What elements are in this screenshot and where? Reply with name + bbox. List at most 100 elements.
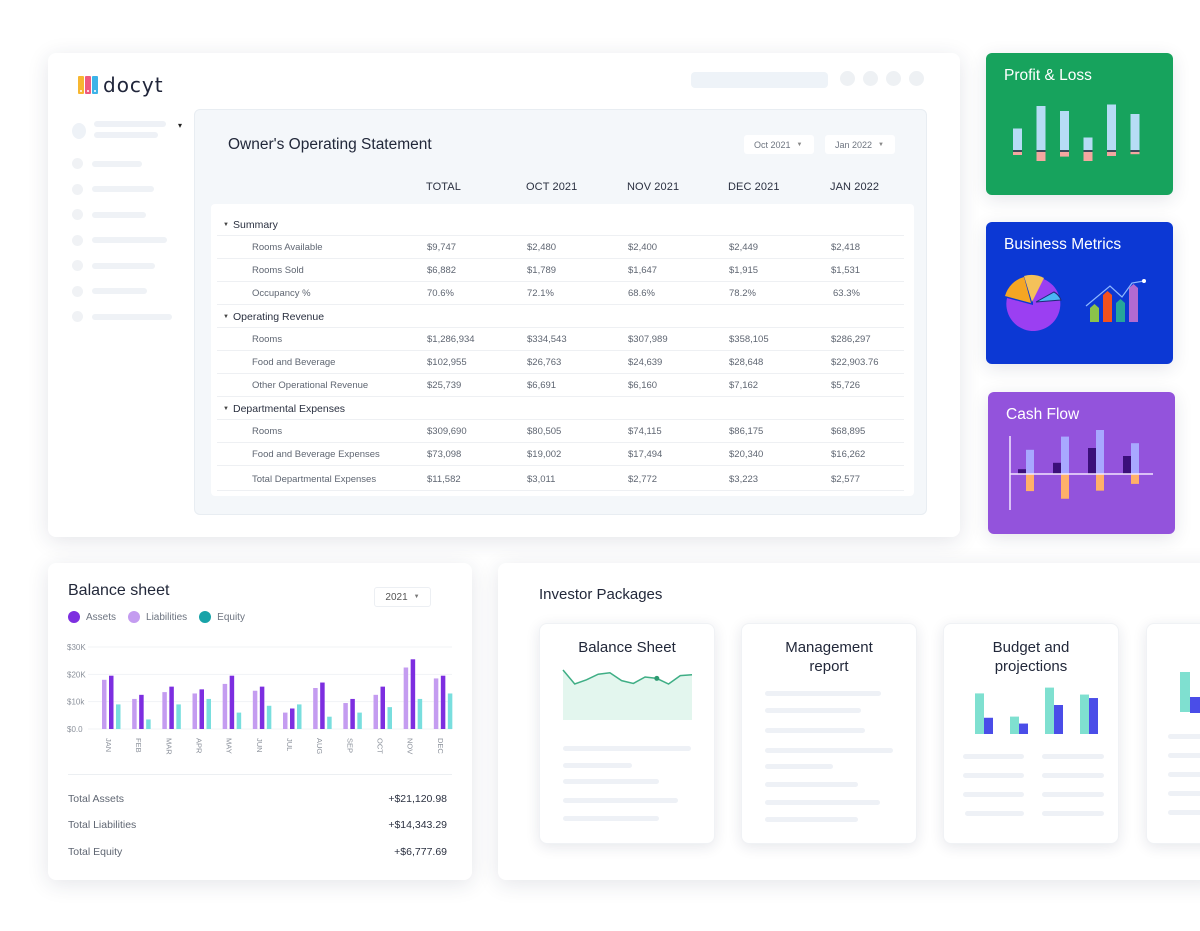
bar-assets[interactable] bbox=[229, 675, 235, 729]
line-series bbox=[562, 669, 693, 685]
table-row[interactable]: Food and Beverage $102,955 $26,763 $24,639 $… bbox=[217, 352, 904, 374]
header-icon[interactable] bbox=[909, 71, 924, 86]
search-bar-placeholder[interactable] bbox=[691, 72, 828, 88]
bar-assets[interactable] bbox=[350, 698, 355, 729]
placeholder-line bbox=[765, 817, 858, 822]
bar-liabilities[interactable] bbox=[313, 688, 318, 729]
sidebar-item[interactable] bbox=[72, 177, 182, 203]
date-to-select[interactable]: Jan 2022 ▼ bbox=[825, 135, 895, 154]
sidebar-item[interactable] bbox=[72, 304, 182, 330]
table-cell: $307,989 bbox=[628, 334, 668, 345]
y-tick-label: $0.0 bbox=[67, 725, 83, 734]
bar-assets[interactable] bbox=[290, 708, 295, 730]
bar-equity[interactable] bbox=[146, 719, 151, 729]
baseline bbox=[1130, 150, 1140, 152]
table-row[interactable]: Other Operational Revenue $25,739 $6,691 $6… bbox=[217, 375, 904, 397]
total-label: Total Liabilities bbox=[68, 819, 137, 831]
sidebar-item[interactable] bbox=[72, 151, 182, 177]
bar-liabilities[interactable] bbox=[132, 698, 137, 729]
placeholder-line bbox=[1168, 734, 1200, 739]
package-budget-projections[interactable]: Budget and projections bbox=[943, 623, 1119, 844]
profit-bar bbox=[1083, 137, 1093, 151]
outflow-bar bbox=[1026, 474, 1034, 492]
bar-equity[interactable] bbox=[357, 712, 362, 729]
total-label: Total Assets bbox=[68, 793, 125, 805]
bar-equity[interactable] bbox=[116, 704, 121, 729]
bar-assets[interactable] bbox=[199, 689, 205, 729]
business-switcher[interactable]: ▾ bbox=[72, 121, 182, 143]
bar-equity[interactable] bbox=[266, 705, 272, 729]
table-row[interactable]: Total Departmental Expenses $11,582 $3,011… bbox=[217, 469, 904, 491]
bar-liabilities[interactable] bbox=[433, 678, 439, 729]
bar-equity[interactable] bbox=[176, 704, 181, 729]
header-icon[interactable] bbox=[863, 71, 878, 86]
docyt-logo[interactable]: docyt bbox=[78, 73, 164, 97]
actual-bar bbox=[1010, 716, 1019, 734]
bar-equity[interactable] bbox=[206, 698, 212, 729]
section-header[interactable]: ▼ Departmental Expenses bbox=[217, 398, 904, 420]
bar-liabilities[interactable] bbox=[192, 693, 198, 729]
bar-liabilities[interactable] bbox=[373, 694, 379, 729]
bar-equity[interactable] bbox=[236, 712, 242, 729]
package-partial[interactable] bbox=[1146, 623, 1200, 844]
bar-liabilities[interactable] bbox=[252, 690, 258, 729]
table-cell: $11,582 bbox=[427, 474, 461, 485]
inflow-dark-bar bbox=[1053, 462, 1061, 474]
bar-assets[interactable] bbox=[259, 686, 265, 729]
section-header[interactable]: ▼ Summary bbox=[217, 214, 904, 236]
sidebar-item[interactable] bbox=[72, 202, 182, 228]
investor-packages-title: Investor Packages bbox=[539, 586, 663, 603]
bar-liabilities[interactable] bbox=[403, 667, 409, 730]
header-icon[interactable] bbox=[840, 71, 855, 86]
legend-item-assets[interactable]: Assets bbox=[68, 611, 116, 623]
table-row[interactable]: Rooms Sold $6,882 $1,789 $1,647 $1,915 $1,531 bbox=[217, 260, 904, 282]
year-select[interactable]: 2021 ▼ bbox=[374, 587, 431, 607]
table-row[interactable]: Occupancy % 70.6% 72.1% 68.6% 78.2% 63.3% bbox=[217, 283, 904, 305]
bar-assets[interactable] bbox=[440, 675, 446, 729]
legend-item-liabilities[interactable]: Liabilities bbox=[128, 611, 187, 623]
table-row[interactable]: Rooms $309,690 $80,505 $74,115 $86,175 $68,89… bbox=[217, 421, 904, 443]
bar-liabilities[interactable] bbox=[343, 703, 348, 729]
bar-assets[interactable] bbox=[109, 675, 114, 729]
sidebar-item[interactable] bbox=[72, 279, 182, 305]
bar-liabilities[interactable] bbox=[283, 712, 288, 729]
header-icon[interactable] bbox=[886, 71, 901, 86]
sidebar-item[interactable] bbox=[72, 228, 182, 254]
bar-equity[interactable] bbox=[447, 693, 453, 729]
table-row[interactable]: Food and Beverage Expenses $73,098 $19,002… bbox=[217, 444, 904, 466]
placeholder-line bbox=[765, 728, 865, 733]
table-row[interactable]: Rooms Available $9,747 $2,480 $2,400 $2,449 $… bbox=[217, 237, 904, 259]
table-cell: $20,340 bbox=[729, 449, 764, 460]
bar-equity[interactable] bbox=[297, 704, 302, 729]
cash-flow-tile[interactable]: Cash Flow bbox=[988, 392, 1175, 534]
bar-equity[interactable] bbox=[387, 707, 393, 729]
package-balance-sheet[interactable]: Balance Sheet bbox=[539, 623, 715, 844]
actual-bar bbox=[1045, 687, 1054, 734]
date-from-select[interactable]: Oct 2021 ▼ bbox=[744, 135, 814, 154]
bar-assets[interactable] bbox=[320, 682, 325, 729]
date-from-value: Oct 2021 bbox=[754, 139, 791, 150]
package-management-report[interactable]: Management report bbox=[741, 623, 917, 844]
total-equity-row: Total Equity +$6,777.69 bbox=[68, 846, 447, 858]
bar-liabilities[interactable] bbox=[102, 679, 107, 729]
table-row[interactable]: Rooms $1,286,934 $334,543 $307,989 $358,105 $… bbox=[217, 329, 904, 351]
table-cell: $1,915 bbox=[729, 265, 759, 276]
bar-assets[interactable] bbox=[139, 694, 144, 729]
legend-item-equity[interactable]: Equity bbox=[199, 611, 245, 623]
bar-liabilities[interactable] bbox=[222, 683, 228, 729]
inflow-bar bbox=[1096, 430, 1104, 474]
bar-equity[interactable] bbox=[327, 716, 332, 729]
bar-assets[interactable] bbox=[380, 686, 386, 729]
chevron-down-icon: ▼ bbox=[223, 406, 229, 412]
sidebar-item[interactable] bbox=[72, 253, 182, 279]
section-header[interactable]: ▼ Operating Revenue bbox=[217, 306, 904, 328]
profit-loss-tile[interactable]: Profit & Loss bbox=[986, 53, 1173, 195]
bar-equity[interactable] bbox=[417, 698, 423, 729]
table-cell: $5,726 bbox=[831, 380, 861, 391]
bar-liabilities[interactable] bbox=[162, 692, 167, 729]
table-cell: $17,494 bbox=[628, 449, 663, 460]
bar-assets[interactable] bbox=[410, 659, 416, 729]
bar-assets[interactable] bbox=[169, 686, 174, 729]
table-cell: 63.3% bbox=[833, 288, 860, 299]
business-metrics-tile[interactable]: Business Metrics bbox=[986, 222, 1173, 364]
